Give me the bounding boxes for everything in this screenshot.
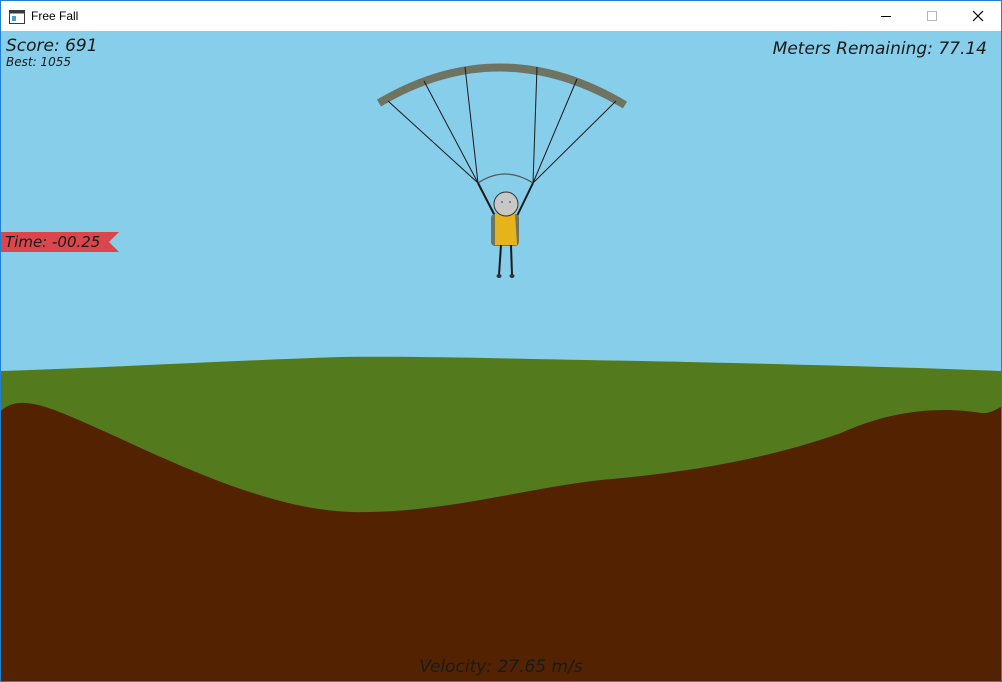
parachute [376,63,628,184]
window-title: Free Fall [31,9,79,23]
parachute-canopy [376,63,628,109]
meters-remaining-label: Meters Remaining: 77.14 [772,39,987,59]
title-bar[interactable]: Free Fall [1,1,1001,31]
time-banner: Time: -00.25 [1,232,121,252]
score-label: Score: 691 [6,36,98,56]
right-leg [510,244,513,276]
app-window-icon [9,9,25,24]
game-world [1,63,1001,681]
parachute-bar [477,173,534,184]
jumpsuit [495,213,517,245]
minimize-icon [881,16,891,17]
head [493,191,519,217]
minimize-button[interactable] [863,1,909,31]
skydiver [477,182,534,278]
time-label: Time: -00.25 [5,233,101,251]
game-scene[interactable]: Score: 691 Best: 1055 Meters Remaining: … [1,31,1001,681]
left-arm [477,182,496,217]
left-foot [496,274,502,278]
maximize-button[interactable] [909,1,955,31]
right-arm [516,182,534,217]
right-foot [509,274,515,278]
velocity-label: Velocity: 27.65 m/s [419,657,583,677]
best-score-label: Best: 1055 [6,55,71,69]
close-button[interactable] [955,1,1001,31]
close-icon [972,10,984,22]
game-window: Free Fall Score: 691 Best: 1055 Meters R… [0,0,1002,682]
maximize-icon [927,11,937,21]
left-leg [498,244,502,276]
